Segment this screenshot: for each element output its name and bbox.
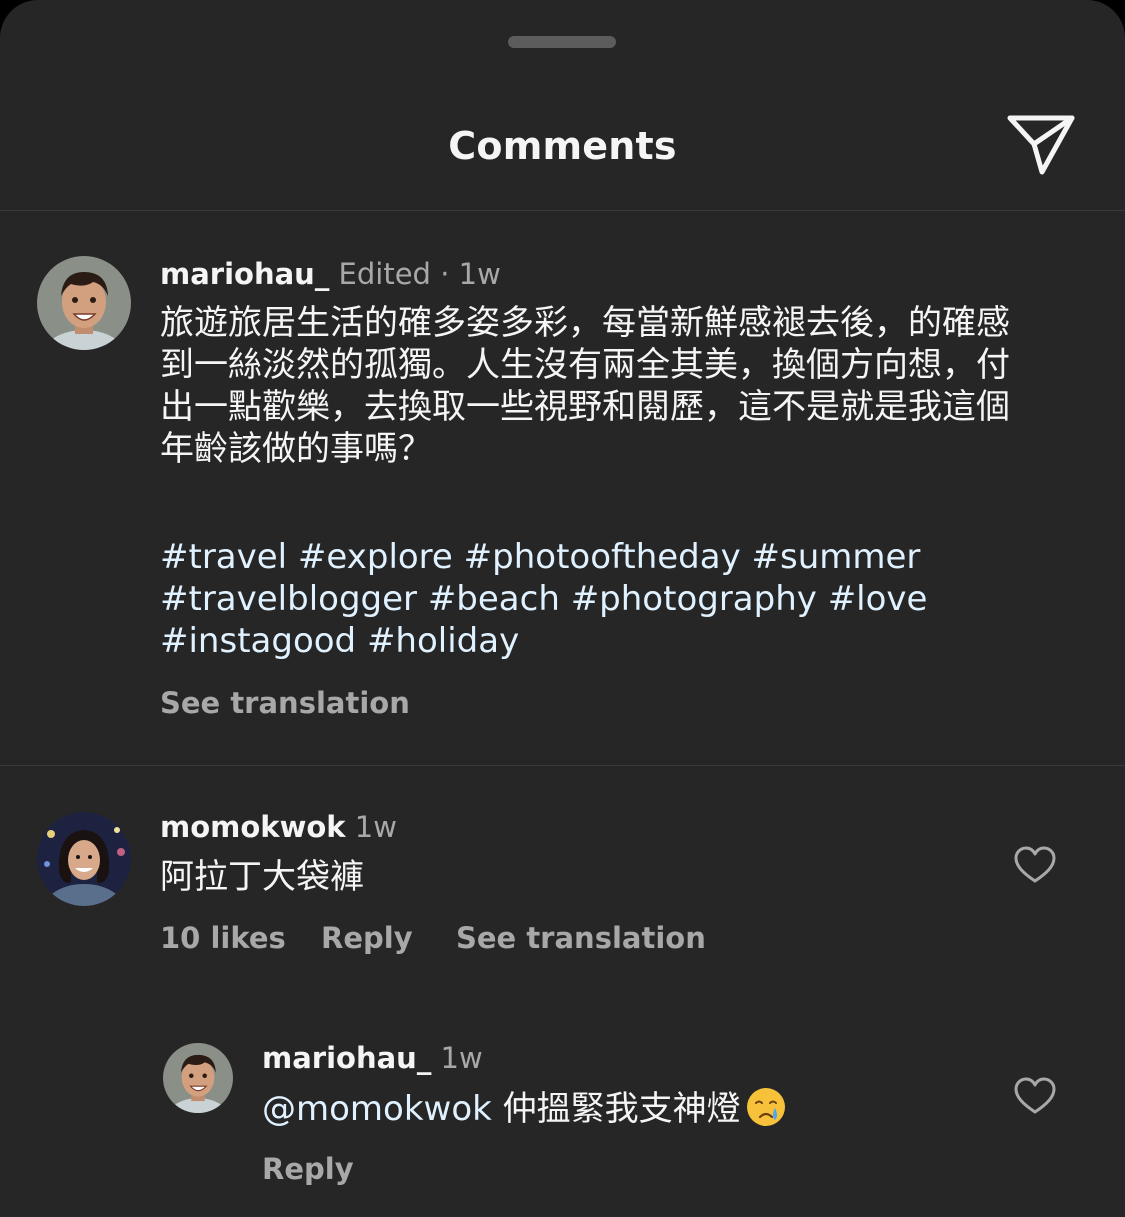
caption-text: 旅遊旅居生活的確多姿多彩，每當新鮮感褪去後，的確感 到一絲淡然的孤獨。人生沒有兩… xyxy=(160,302,1090,470)
edited-label: Edited xyxy=(338,257,431,291)
timestamp: 1w xyxy=(354,810,397,844)
avatar[interactable] xyxy=(37,256,131,350)
reply-text: 仲搵緊我支神燈 xyxy=(502,1089,741,1129)
hashtag-line[interactable]: #instagood #holiday xyxy=(160,620,927,662)
see-translation-button[interactable]: See translation xyxy=(456,918,706,958)
caption-header: mariohau_ Edited · 1w xyxy=(160,254,501,294)
caption-line: 到一絲淡然的孤獨。人生沒有兩全其美，換個方向想，付 xyxy=(160,345,1010,385)
separator: · xyxy=(440,257,450,291)
comment-text: 阿拉丁大袋褲 xyxy=(160,857,364,897)
avatar-photo-mariohau xyxy=(37,256,131,350)
avatar[interactable] xyxy=(37,812,131,906)
caption-line: 出一點歡樂，去換取一些視野和閱歷，這不是就是我這個 xyxy=(160,387,1010,427)
hashtag-list: #travel #explore #photooftheday #summer … xyxy=(160,536,927,662)
timestamp: 1w xyxy=(458,257,501,291)
share-button[interactable] xyxy=(1000,106,1082,182)
comments-sheet: Comments mariohau_ Edited · 1w 旅遊旅居生活的確多… xyxy=(0,0,1125,1217)
drag-handle[interactable] xyxy=(508,36,616,48)
page-title: Comments xyxy=(448,124,677,168)
caption-line: 旅遊旅居生活的確多姿多彩，每當新鮮感褪去後，的確感 xyxy=(160,303,1010,343)
caption-divider xyxy=(0,765,1125,766)
timestamp: 1w xyxy=(440,1041,483,1075)
username-link[interactable]: mariohau_ xyxy=(262,1041,431,1075)
reply-header: mariohau_ 1w xyxy=(262,1038,483,1078)
header-divider xyxy=(0,210,1125,211)
avatar-photo-momokwok xyxy=(37,812,131,906)
like-button[interactable] xyxy=(1013,1076,1057,1116)
hashtag-line[interactable]: #travelblogger #beach #photography #love xyxy=(160,578,927,620)
likes-count-button[interactable]: 10 likes xyxy=(160,918,286,958)
comment-header: momokwok 1w xyxy=(160,807,397,847)
heart-outline-icon xyxy=(1014,846,1056,883)
username-link[interactable]: momokwok xyxy=(160,810,346,844)
see-translation-button[interactable]: See translation xyxy=(160,683,410,723)
send-paper-plane-icon xyxy=(1007,115,1075,175)
caption-line: 年齡該做的事嗎？ xyxy=(160,429,432,469)
reply-button[interactable]: Reply xyxy=(321,918,413,958)
like-button[interactable] xyxy=(1013,845,1057,885)
avatar[interactable] xyxy=(163,1043,233,1113)
reply-button[interactable]: Reply xyxy=(262,1149,354,1189)
reply-text-line: @momokwok 仲搵緊我支神燈 xyxy=(262,1086,787,1130)
crying-face-emoji xyxy=(746,1088,785,1126)
avatar-photo-mariohau xyxy=(163,1043,233,1113)
mention-link[interactable]: @momokwok xyxy=(262,1089,492,1129)
hashtag-line[interactable]: #travel #explore #photooftheday #summer xyxy=(160,536,927,578)
username-link[interactable]: mariohau_ xyxy=(160,257,329,291)
heart-outline-icon xyxy=(1014,1077,1056,1114)
